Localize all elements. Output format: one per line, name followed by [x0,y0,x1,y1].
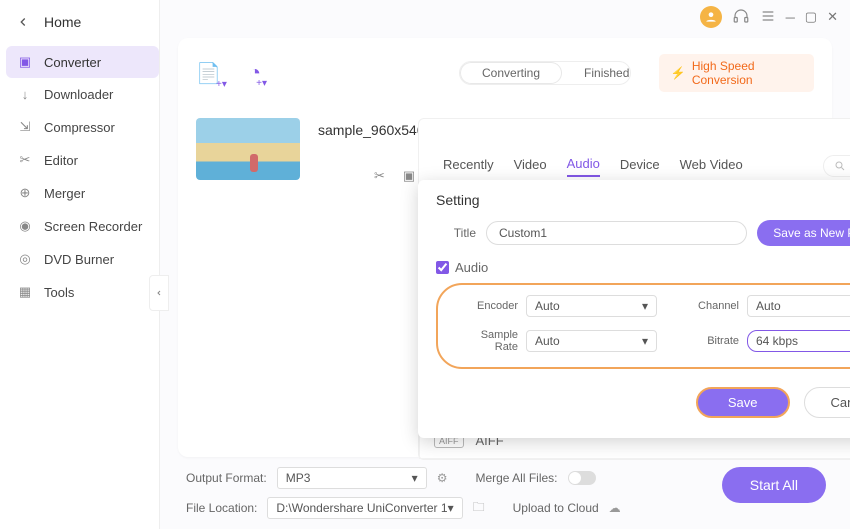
sidebar-item-editor[interactable]: ✂Editor [6,144,159,176]
tab-audio[interactable]: Audio [567,156,600,177]
video-thumbnail[interactable] [196,118,300,180]
high-speed-badge[interactable]: ⚡High Speed Conversion [659,54,814,92]
crop-icon[interactable]: ▣ [403,168,415,184]
file-location-select[interactable]: D:\Wondershare UniConverter 1▾ [267,497,462,519]
headset-icon[interactable] [732,7,750,28]
sidebar-item-recorder[interactable]: ◉Screen Recorder [6,210,159,242]
close-button[interactable]: ✕ [827,9,838,25]
audio-checkbox[interactable]: Audio [436,260,850,275]
start-all-button[interactable]: Start All [722,467,826,503]
add-file-icon[interactable]: 📄+▾ [196,61,221,86]
add-url-icon[interactable]: ◔+▾ [249,62,261,85]
bitrate-label: Bitrate [677,335,739,347]
main: ─ ▢ ✕ 📄+▾ ◔+▾ Converting Finished ⚡High … [160,0,850,529]
trim-icon[interactable]: ✂ [374,168,385,184]
search-icon [834,160,846,172]
sidebar-item-tools[interactable]: ▦Tools [6,276,159,308]
merge-icon: ⊕ [16,185,34,201]
encoder-label: Encoder [456,300,518,312]
minimize-button[interactable]: ─ [786,10,795,25]
save-button[interactable]: Save [696,387,790,418]
output-format-label: Output Format: [186,471,267,485]
avatar[interactable] [700,6,722,28]
cut-icon: ✂ [16,152,34,168]
download-icon: ↓ [16,87,34,102]
record-icon: ◉ [16,218,34,234]
encoder-select[interactable]: Auto▾ [526,295,657,317]
sidebar-item-converter[interactable]: ▣Converter [6,46,159,78]
channel-label: Channel [677,300,739,312]
compress-icon: ⇲ [16,119,34,135]
sidebar-item-downloader[interactable]: ↓Downloader [6,79,159,110]
audio-settings-group: Encoder Auto▾ Channel Auto▾ Sample Rate Aut… [436,283,850,369]
sidebar-item-dvd[interactable]: ◎DVD Burner [6,243,159,275]
back-icon[interactable] [16,15,30,29]
channel-select[interactable]: Auto▾ [747,295,850,317]
tab-switch: Converting Finished [459,61,631,85]
tab-finished[interactable]: Finished [562,62,631,84]
home-link[interactable]: Home [44,14,81,30]
save-preset-button[interactable]: Save as New Preset [757,220,850,246]
title-label: Title [436,226,476,240]
grid-icon: ▦ [16,284,34,300]
title-input[interactable] [486,221,747,245]
disc-icon: ◎ [16,251,34,267]
file-location-label: File Location: [186,501,257,515]
converter-icon: ▣ [16,54,34,70]
samplerate-select[interactable]: Auto▾ [526,330,657,352]
sidebar-item-compressor[interactable]: ⇲Compressor [6,111,159,143]
modal-title: Setting [436,192,850,208]
menu-icon[interactable] [760,8,776,27]
folder-icon[interactable]: 🗀 [473,498,485,519]
merge-label: Merge All Files: [475,471,557,485]
tab-converting[interactable]: Converting [460,62,562,84]
tab-video[interactable]: Video [514,157,547,176]
samplerate-label: Sample Rate [456,329,518,353]
tab-web-video[interactable]: Web Video [680,157,743,176]
maximize-button[interactable]: ▢ [805,9,817,25]
cloud-icon[interactable]: ☁ [609,501,621,515]
bitrate-select[interactable]: 64 kbps▾ [747,330,850,352]
setting-modal: Setting ✕ Title Save as New Preset Audio… [418,180,850,438]
settings-icon[interactable]: ⚙ [437,471,448,485]
file-tools: ✂ ▣ [374,168,415,184]
upload-label: Upload to Cloud [513,501,599,515]
merge-toggle[interactable] [568,471,596,485]
search-input[interactable]: Search [823,155,850,177]
sidebar-item-merger[interactable]: ⊕Merger [6,177,159,209]
sidebar: Home ▣Converter ↓Downloader ⇲Compressor … [0,0,160,529]
tab-recently[interactable]: Recently [443,157,494,176]
cancel-button[interactable]: Cancel [804,387,850,418]
tab-device[interactable]: Device [620,157,660,176]
output-format-select[interactable]: MP3▾ [277,467,427,489]
